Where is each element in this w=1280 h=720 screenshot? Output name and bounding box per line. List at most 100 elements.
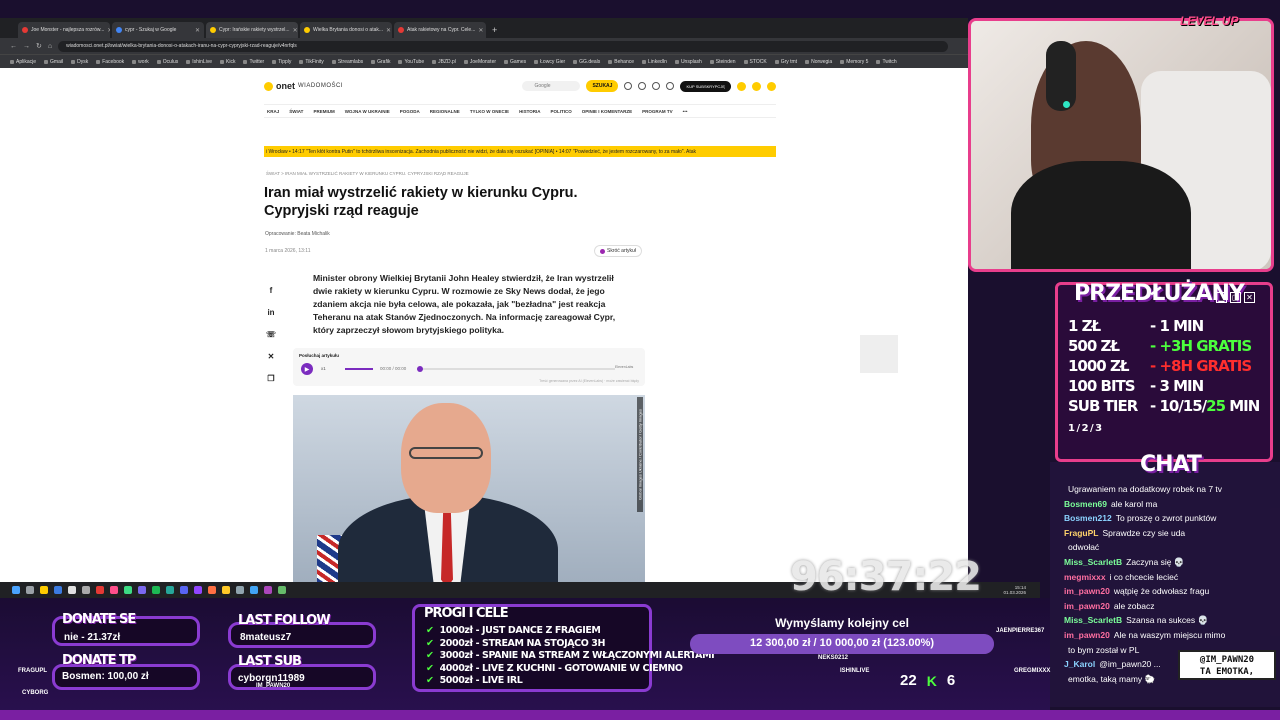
bookmark-item[interactable]: LinkedIn (642, 59, 667, 65)
browser-tab[interactable]: Wielka Brytania donosi o atak... ✕ (300, 22, 392, 38)
bookmark-item[interactable]: Dysk (71, 59, 88, 65)
close-tab-icon[interactable]: ✕ (195, 27, 200, 34)
progress-knob[interactable] (417, 366, 423, 372)
bookmark-item[interactable]: Gmail (44, 59, 63, 65)
breadcrumb[interactable]: ŚWIAT > IRAN MIAŁ WYSTRZELIĆ RAKIETY W K… (266, 171, 469, 176)
bookmark-item[interactable]: Oculus (157, 59, 179, 65)
bookmark-item[interactable]: Gry tmt (775, 59, 797, 65)
close-tab-icon[interactable]: ✕ (386, 27, 391, 34)
nav-item[interactable]: POLITICO (550, 109, 571, 114)
bookmark-item[interactable]: Streamlabs (332, 59, 363, 65)
news-ticker[interactable]: i Wrocław • 14:17 "Ten kłót kontra Putin… (264, 146, 776, 157)
play-icon[interactable]: ▶ (301, 363, 313, 375)
taskbar-app-icon[interactable] (278, 586, 286, 594)
nav-item[interactable]: KRAJ (267, 109, 279, 114)
onet-logo[interactable]: onet WIADOMOŚCI (264, 81, 343, 91)
browser-tab[interactable]: Joe Monster - najlepsza rozrów... ✕ (18, 22, 110, 38)
bookmark-item[interactable]: IshinLive (186, 59, 212, 65)
browser-tab-active[interactable]: Cypr: Irańskie rakiety wystrzel... ✕ (206, 22, 298, 38)
taskbar-app-icon[interactable] (236, 586, 244, 594)
volume-slider[interactable] (345, 368, 373, 370)
bookmark-item[interactable]: Tipply (272, 59, 291, 65)
taskbar-clock[interactable]: 15:14 01.03.2026 (1003, 585, 1026, 595)
url-input[interactable]: wiadomosci.onet.pl/swiat/wielka-brytania… (58, 40, 948, 52)
bookmark-item[interactable]: Norwegia (805, 59, 832, 65)
summarize-button[interactable]: Skróć artykuł (594, 245, 642, 257)
bookmark-item[interactable]: Łowcy Gier (534, 59, 565, 65)
nav-item[interactable]: POGODA (400, 109, 420, 114)
taskbar-app-icon[interactable] (12, 586, 20, 594)
mail-icon[interactable] (737, 81, 746, 91)
search-button[interactable]: SZUKAJ (586, 80, 619, 92)
taskbar-app-icon[interactable] (222, 586, 230, 594)
bookmark-item[interactable]: GG.deals (573, 59, 600, 65)
taskbar-app-icon[interactable] (124, 586, 132, 594)
bookmark-item[interactable]: Unsplash (675, 59, 702, 65)
taskbar-app-icon[interactable] (138, 586, 146, 594)
bell-icon[interactable] (638, 82, 647, 90)
copy-link-icon[interactable]: ❐ (266, 374, 276, 383)
taskbar-app-icon[interactable] (110, 586, 118, 594)
home-icon[interactable]: ⌂ (48, 43, 52, 50)
nav-item[interactable]: REGIONALNE (430, 109, 460, 114)
chat-nick[interactable]: im_pawn20 (1064, 586, 1110, 596)
chat-nick[interactable]: Bosmen69 (1064, 499, 1107, 509)
taskbar-app-icon[interactable] (250, 586, 258, 594)
nav-item[interactable]: PROGRAM TV (642, 109, 673, 114)
taskbar-app-icon[interactable] (26, 586, 34, 594)
chat-nick[interactable]: im_pawn20 (1064, 630, 1110, 640)
settings-icon[interactable] (652, 82, 661, 90)
bookmark-item[interactable]: Aplikacje (10, 59, 36, 65)
facebook-share-icon[interactable]: f (266, 286, 276, 295)
chat-nick[interactable]: im_pawn20 (1064, 601, 1110, 611)
bookmark-item[interactable]: Behance (608, 59, 634, 65)
user-icon[interactable] (752, 81, 761, 91)
nav-item[interactable]: HISTORIA (519, 109, 540, 114)
taskbar-app-icon[interactable] (82, 586, 90, 594)
bookmark-item[interactable]: JoeMonster (464, 59, 496, 65)
bookmark-item[interactable]: Twitter (243, 59, 264, 65)
new-tab-button[interactable]: + (488, 22, 501, 38)
taskbar-app-icon[interactable] (264, 586, 272, 594)
nav-item[interactable]: OPINIE I KOMENTARZE (582, 109, 632, 114)
bookmark-item[interactable]: Steinden (710, 59, 736, 65)
nav-item[interactable]: TYLKO W ONECIE (470, 109, 509, 114)
bookmark-item[interactable]: STOCK (744, 59, 767, 65)
taskbar-app-icon[interactable] (152, 586, 160, 594)
bookmark-item[interactable]: Grafik (371, 59, 390, 65)
taskbar-app-icon[interactable] (96, 586, 104, 594)
speed-toggle[interactable]: x1 (321, 366, 326, 371)
chat-nick[interactable]: Bosmen212 (1064, 513, 1112, 523)
taskbar-app-icon[interactable] (68, 586, 76, 594)
heart-icon[interactable] (624, 82, 633, 90)
browser-tab[interactable]: cypr - Szukaj w Google ✕ (112, 22, 204, 38)
close-tab-icon[interactable]: ✕ (107, 27, 110, 34)
bookmark-item[interactable]: work (132, 59, 149, 65)
taskbar-app-icon[interactable] (194, 586, 202, 594)
whatsapp-share-icon[interactable]: ☏ (266, 330, 276, 339)
bookmark-item[interactable]: Kick (220, 59, 235, 65)
bookmark-item[interactable]: Facebook (96, 59, 124, 65)
nav-item[interactable]: ••• (683, 109, 688, 114)
taskbar-app-icon[interactable] (208, 586, 216, 594)
nav-item[interactable]: ŚWIAT (289, 109, 303, 114)
browser-tab[interactable]: Atak rakietowy na Cypr. Cele... ✕ (394, 22, 486, 38)
taskbar-app-icon[interactable] (40, 586, 48, 594)
apps-grid-icon[interactable] (767, 81, 776, 91)
bookmark-item[interactable]: TikFinity (299, 59, 323, 65)
nav-item[interactable]: WOJNA W UKRAINIE (345, 109, 390, 114)
linkedin-share-icon[interactable]: in (266, 308, 276, 317)
forward-icon[interactable]: → (23, 43, 30, 50)
bookmark-item[interactable]: Games (504, 59, 526, 65)
subscribe-button[interactable]: KUP SUBSKRYPCJĘ (680, 80, 731, 92)
player-progress[interactable] (417, 366, 615, 372)
chat-nick[interactable]: Miss_ScarletB (1064, 557, 1122, 567)
nav-item[interactable]: PREMIUM (313, 109, 334, 114)
close-tab-icon[interactable]: ✕ (478, 27, 483, 34)
back-icon[interactable]: ← (10, 43, 17, 50)
taskbar-app-icon[interactable] (54, 586, 62, 594)
x-share-icon[interactable]: ✕ (266, 352, 276, 361)
chat-nick[interactable]: J_Karol (1064, 659, 1095, 669)
accessibility-icon[interactable] (666, 82, 675, 90)
bookmark-item[interactable]: Twitch (876, 59, 896, 65)
